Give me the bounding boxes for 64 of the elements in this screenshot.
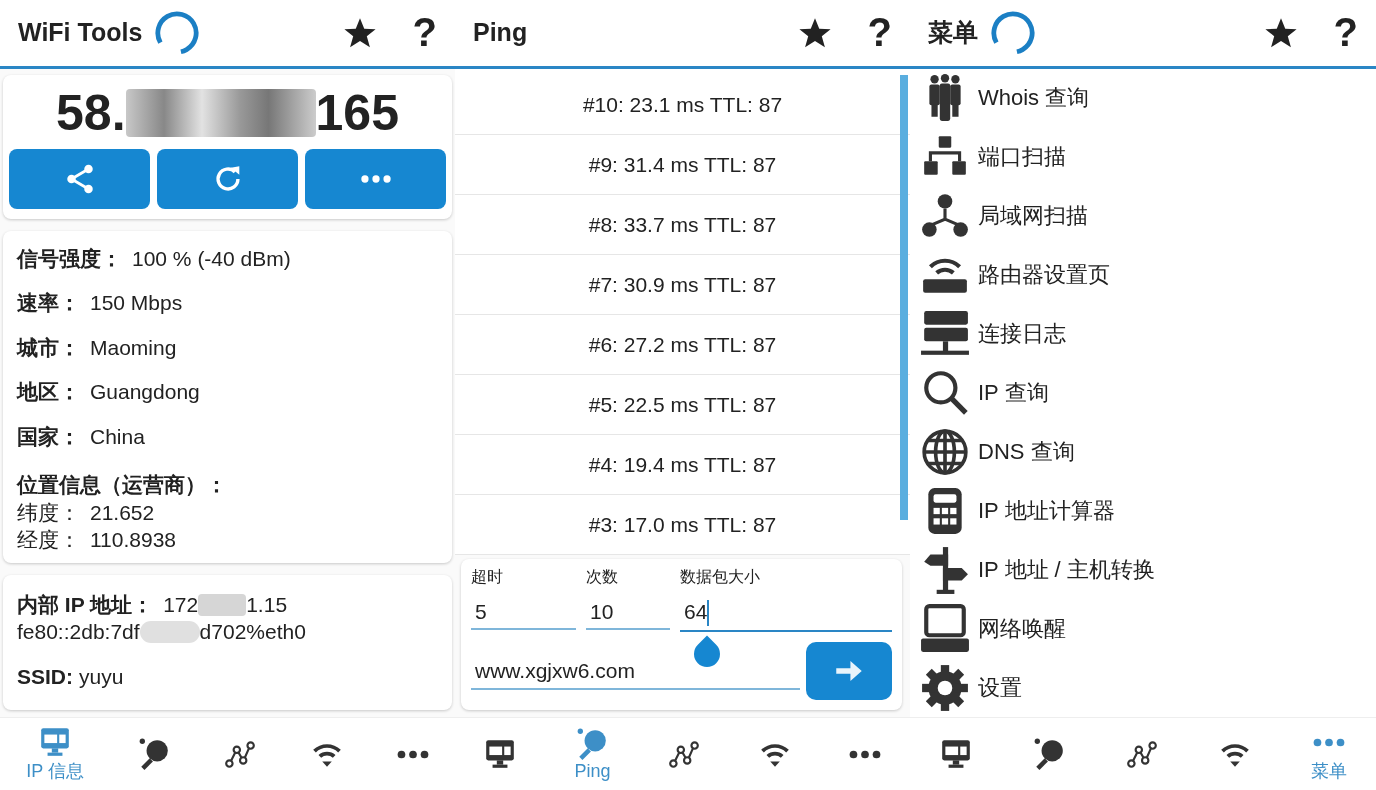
menu-item[interactable]: 局域网扫描 — [920, 186, 1376, 246]
coordinate-value: 110.8938 — [90, 527, 177, 554]
host-input-field[interactable]: www.xgjxw6.com — [471, 652, 800, 690]
nav-more-tab[interactable]: 菜单 — [1306, 725, 1351, 783]
ip-address-end: 165 — [315, 83, 399, 142]
more-icon — [360, 174, 391, 183]
blurred-region — [139, 620, 200, 643]
menu-item[interactable]: DNS 查询 — [920, 422, 1376, 482]
detail-value: Maoming — [90, 335, 177, 360]
help-button[interactable]: ? — [412, 10, 437, 56]
start-button[interactable] — [806, 642, 892, 701]
ssid-value: yuyu — [79, 664, 124, 691]
internal-ip-start: 172 — [163, 592, 199, 619]
menu-item[interactable]: 设置 — [920, 658, 1376, 718]
more-icon — [849, 749, 882, 759]
coordinate-value: 21.652 — [90, 500, 155, 527]
screen-title: WiFi Tools — [18, 18, 143, 48]
detail-value: 100 % (-40 dBm) — [132, 246, 291, 271]
coordinate-label: 经度： — [17, 527, 80, 554]
detail-value: 150 Mbps — [90, 291, 183, 316]
location-heading: 位置信息（运营商）： — [17, 472, 228, 499]
menu-item[interactable]: 路由器设置页 — [920, 245, 1376, 305]
screen-title: 菜单 — [928, 17, 978, 49]
menu-item[interactable]: IP 查询 — [920, 363, 1376, 423]
help-button[interactable]: ? — [1333, 10, 1358, 56]
menu-item[interactable]: 网络唤醒 — [920, 599, 1376, 659]
nav-ping-tab[interactable]: Ping — [570, 726, 615, 782]
ipv6-start: fe80::2db:7df — [17, 619, 140, 646]
detail-label: 城市： — [17, 334, 80, 361]
detail-value: China — [90, 424, 145, 449]
share-button[interactable] — [9, 148, 150, 209]
nav-ip-tab[interactable]: IP 信息 — [22, 725, 88, 784]
internal-ip-label: 内部 IP 地址： — [17, 592, 154, 619]
menu-item[interactable]: IP 地址 / 主机转换 — [920, 540, 1376, 600]
menu-item[interactable]: Whois 查询 — [920, 68, 1376, 128]
menu-item[interactable]: 连接日志 — [920, 304, 1376, 364]
refresh-button[interactable] — [157, 148, 298, 209]
field-label: 超时 — [471, 566, 504, 587]
input-field[interactable]: 10 — [586, 597, 670, 630]
menu-item[interactable]: 端口扫描 — [920, 127, 1376, 187]
detail-label: 地区： — [17, 379, 80, 406]
detail-label: 速率： — [17, 290, 80, 317]
blurred-region — [198, 593, 247, 616]
detail-label: 国家： — [17, 423, 80, 450]
field-label: 数据包大小 — [680, 566, 761, 587]
coordinate-label: 纬度： — [17, 500, 80, 527]
input-field[interactable]: 5 — [471, 597, 576, 630]
more-icon — [396, 749, 429, 759]
more-icon — [1312, 737, 1345, 747]
computer-icon — [920, 604, 970, 655]
ipv6-end: d702%eth0 — [199, 619, 306, 646]
ip-address-start: 58. — [56, 83, 126, 142]
more-button[interactable] — [305, 148, 446, 209]
help-button[interactable]: ? — [867, 10, 892, 56]
detail-value: Guangdong — [90, 380, 200, 405]
ssid-label: SSID: — [17, 664, 73, 691]
field-label: 次数 — [586, 566, 619, 587]
menu-item[interactable]: IP 地址计算器 — [920, 481, 1376, 541]
detail-label: 信号强度： — [17, 245, 122, 272]
internal-ip-end: 1.15 — [246, 592, 288, 619]
screen-title: Ping — [473, 18, 528, 48]
settings-icon — [920, 663, 970, 714]
globe-icon — [920, 427, 970, 478]
input-field[interactable]: 64 — [680, 597, 892, 633]
